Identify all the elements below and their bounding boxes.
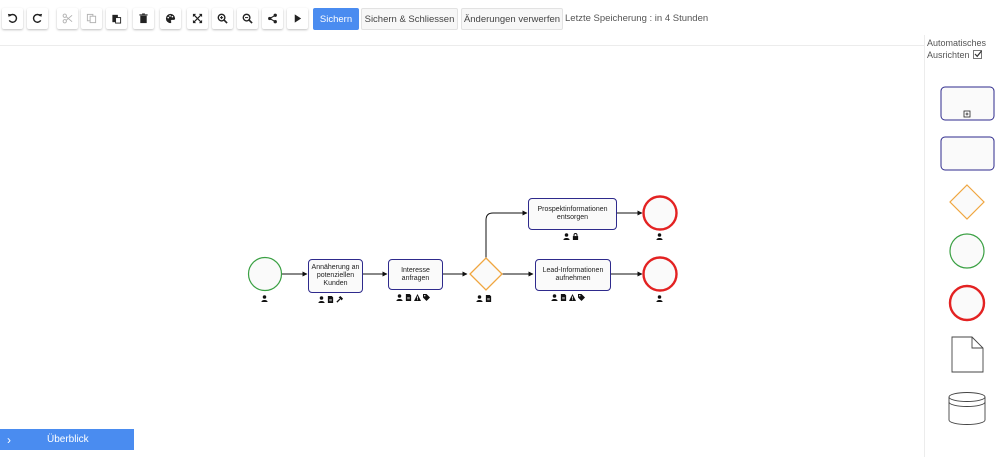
user-icon[interactable] xyxy=(476,294,483,302)
task-record-lead-badges xyxy=(551,293,585,301)
warning-icon[interactable] xyxy=(569,293,576,301)
end-event-badges xyxy=(656,294,663,302)
user-icon[interactable] xyxy=(261,294,268,302)
palette-gateway[interactable] xyxy=(949,184,985,220)
exclusive-gateway[interactable] xyxy=(469,257,503,291)
process-editor: Sichern Sichern & Schliessen Änderungen … xyxy=(0,0,1000,457)
user-icon[interactable] xyxy=(656,232,663,240)
palette-task[interactable] xyxy=(940,136,995,171)
document-icon[interactable] xyxy=(485,294,492,302)
palette-data-store[interactable] xyxy=(948,392,986,425)
task-request-badges xyxy=(396,293,430,301)
shape-palette: Automatisches Ausrichten xyxy=(924,35,1000,457)
overview-toggle[interactable]: › Überblick xyxy=(0,429,134,450)
end-event-badges xyxy=(656,232,663,240)
document-icon[interactable] xyxy=(405,293,412,301)
chevron-right-icon: › xyxy=(7,432,11,447)
sequence-flow[interactable] xyxy=(485,210,528,258)
task-approach-prospect[interactable]: Annäherung an potenziellen Kunden xyxy=(308,259,363,293)
end-event[interactable] xyxy=(642,195,678,231)
end-event[interactable] xyxy=(642,256,678,292)
task-label: Prospektinformationen entsorgen xyxy=(537,206,608,221)
task-discard-prospect[interactable]: Prospektinformationen entsorgen xyxy=(528,198,617,230)
task-discard-badges xyxy=(563,232,579,240)
user-icon[interactable] xyxy=(396,293,403,301)
diagram-canvas[interactable] xyxy=(0,0,925,457)
task-request-interest[interactable]: Interesse anfragen xyxy=(388,259,443,290)
task-record-lead[interactable]: Lead-Informationen aufnehmen xyxy=(535,259,611,291)
overview-label: Überblick xyxy=(47,434,89,445)
palette-shapes xyxy=(940,86,995,425)
task-approach-badges xyxy=(318,295,343,303)
start-event[interactable] xyxy=(247,256,283,292)
palette-data-object[interactable] xyxy=(951,336,984,373)
user-icon[interactable] xyxy=(551,293,558,301)
lock-icon[interactable] xyxy=(572,232,579,240)
warning-icon[interactable] xyxy=(414,293,421,301)
task-label: Interesse anfragen xyxy=(401,266,430,282)
task-label: Annäherung an potenziellen Kunden xyxy=(311,264,360,287)
palette-subprocess[interactable] xyxy=(940,86,995,121)
user-icon[interactable] xyxy=(318,295,325,303)
palette-end-event[interactable] xyxy=(948,284,986,322)
user-icon[interactable] xyxy=(563,232,570,240)
task-label: Lead-Informationen aufnehmen xyxy=(542,267,604,282)
document-icon[interactable] xyxy=(327,295,334,303)
document-icon[interactable] xyxy=(560,293,567,301)
start-event-badges xyxy=(261,294,268,302)
palette-start-event[interactable] xyxy=(949,233,985,269)
tag-icon[interactable] xyxy=(578,293,585,301)
hammer-icon[interactable] xyxy=(336,295,343,303)
gateway-badges xyxy=(476,294,492,302)
user-icon[interactable] xyxy=(656,294,663,302)
tag-icon[interactable] xyxy=(423,293,430,301)
